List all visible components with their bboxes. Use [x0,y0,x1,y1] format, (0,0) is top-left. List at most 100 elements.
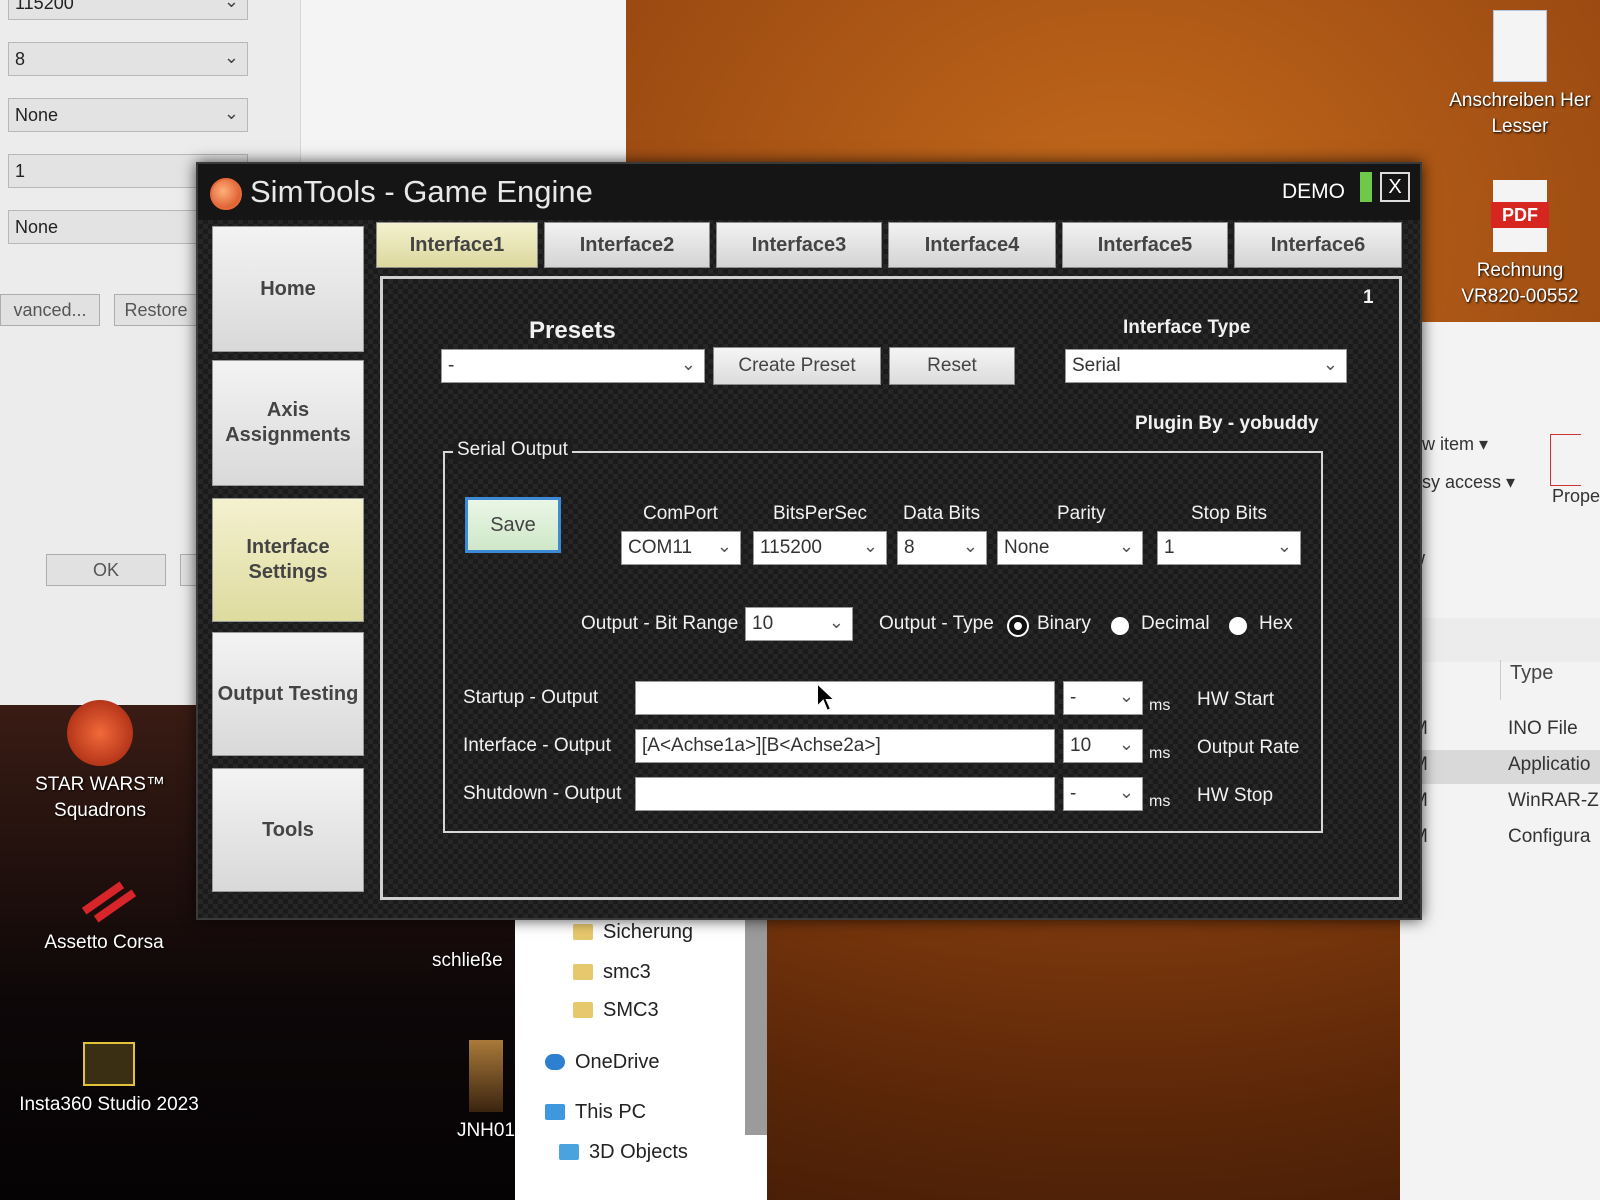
nav-home[interactable]: Home [212,226,364,352]
image-thumbnail-icon [469,1040,503,1112]
easy-access-menu[interactable]: asy access ▾ [1412,472,1515,493]
databits-label: Data Bits [903,503,981,524]
tree-item-label: SMC3 [603,999,659,1021]
nav-output-testing[interactable]: Output Testing [212,632,364,756]
bitspersec-value: 115200 [760,537,822,558]
radio-hex-label: Hex [1259,613,1293,634]
reset-button[interactable]: Reset [889,347,1015,385]
radio-decimal[interactable] [1111,617,1129,635]
presets-dropdown[interactable]: - ⌄ [441,349,705,383]
file-row[interactable]: MINO File [1400,714,1600,748]
window-title: SimTools - Game Engine [250,174,593,209]
desktop-icon-assetto-corsa[interactable]: Assetto Corsa [24,880,184,956]
tab-interface6[interactable]: Interface6 [1234,222,1402,268]
chevron-down-icon: ⌄ [223,47,239,67]
tree-item-label: Sicherung [603,921,694,943]
close-button[interactable]: X [1380,172,1410,202]
tab-interface3[interactable]: Interface3 [716,222,882,268]
tree-item-sicherung[interactable]: Sicherung [573,921,693,944]
comport-dropdown[interactable]: COM11 ⌄ [621,531,741,565]
ok-button[interactable]: OK [46,554,166,586]
computer-icon [545,1104,565,1120]
tree-item-this-pc[interactable]: This PC [545,1101,646,1124]
tab-interface1[interactable]: Interface1 [376,222,538,268]
folder-icon [573,964,593,980]
startup-ms-dropdown[interactable]: - ⌄ [1063,681,1143,715]
column-divider[interactable] [1500,660,1501,700]
chevron-down-icon: ⌄ [223,103,239,123]
desktop-icon-jnh01[interactable]: JNH01 [456,1040,516,1144]
parity-label: Parity [1057,503,1106,524]
tree-item-3d-objects[interactable]: 3D Objects [559,1141,688,1164]
icon-label: Lesser [1491,116,1549,137]
interface-output-field[interactable]: [A<Achse1a>][B<Achse2a>] [635,729,1055,763]
startup-output-label: Startup - Output [463,687,599,708]
cloud-icon [545,1054,565,1070]
shutdown-output-field[interactable] [635,777,1055,811]
tree-item-smc3[interactable]: smc3 [573,961,651,984]
icon-label: Rechnung [1476,260,1564,281]
advanced-button[interactable]: vanced... [0,294,100,326]
shutdown-ms-unit: ms [1149,793,1171,810]
properties-label[interactable]: Prope [1552,486,1600,507]
bg-field-text: 1 [15,161,26,181]
tree-item-label: smc3 [603,961,651,983]
desktop-icon-insta360[interactable]: Insta360 Studio 2023 [14,1042,204,1118]
nav-tools[interactable]: Tools [212,768,364,892]
file-row[interactable]: MConfigura [1400,822,1600,856]
create-preset-button[interactable]: Create Preset [713,347,881,385]
databits-dropdown[interactable]: 8 ⌄ [897,531,987,565]
radio-binary[interactable] [1009,617,1027,635]
properties-icon[interactable] [1550,434,1581,486]
desktop-icon-star-wars[interactable]: STAR WARS™ Squadrons [20,700,180,824]
tree-item-onedrive[interactable]: OneDrive [545,1051,659,1074]
new-item-menu[interactable]: ew item ▾ [1412,434,1488,455]
tab-interface5[interactable]: Interface5 [1062,222,1228,268]
save-button[interactable]: Save [465,497,561,553]
desktop-icon-rechnung[interactable]: PDF Rechnung VR820-00552 [1440,180,1600,310]
radio-binary-label: Binary [1037,613,1091,634]
desktop-icon-anschreiben[interactable]: Anschreiben Her Lesser [1440,10,1600,140]
chevron-down-icon: ⌄ [1118,536,1134,556]
bit-range-dropdown[interactable]: 10 ⌄ [745,607,853,641]
radio-decimal-label: Decimal [1141,613,1210,634]
radio-hex[interactable] [1229,617,1247,635]
startup-output-field[interactable] [635,681,1055,715]
tab-interface4[interactable]: Interface4 [888,222,1056,268]
tree-scrollbar[interactable] [745,905,767,1135]
output-type-label: Output - Type [879,613,994,634]
comport-label: ComPort [643,503,718,524]
file-row-selected[interactable]: MApplicatio [1400,750,1600,784]
stopbits-dropdown[interactable]: 1 ⌄ [1157,531,1301,565]
bitspersec-dropdown[interactable]: 115200 ⌄ [753,531,887,565]
bg-parity-field[interactable]: None ⌄ [8,98,248,132]
nav-axis-assignments[interactable]: Axis Assignments [212,360,364,486]
interface-ms-value: 10 [1070,735,1092,756]
hw-start-label: HW Start [1197,689,1275,710]
shutdown-ms-value: - [1070,783,1077,804]
tree-item-smc3-upper[interactable]: SMC3 [573,999,659,1022]
desktop-icon-schliesse[interactable]: schließe [432,948,512,974]
bg-field-text: 8 [15,49,26,69]
panel-number: 1 [1363,287,1374,308]
bg-baud-field[interactable]: 115200 ⌄ [8,0,248,20]
parity-dropdown[interactable]: None ⌄ [997,531,1143,565]
bg-databits-field[interactable]: 8 ⌄ [8,42,248,76]
tab-interface2[interactable]: Interface2 [544,222,710,268]
type-column-header[interactable]: Type [1510,662,1553,685]
title-bar[interactable]: SimTools - Game Engine DEMO X [198,164,1420,220]
shutdown-ms-dropdown[interactable]: - ⌄ [1063,777,1143,811]
interface-type-value: Serial [1072,355,1121,376]
restore-button[interactable]: Restore [114,294,198,326]
icon-label: Squadrons [54,800,146,821]
icon-label: Insta360 Studio 2023 [19,1094,199,1115]
bit-range-value: 10 [752,613,774,634]
interface-type-dropdown[interactable]: Serial ⌄ [1065,349,1347,383]
interface-ms-dropdown[interactable]: 10 ⌄ [1063,729,1143,763]
file-type: Applicatio [1508,754,1591,775]
shutdown-output-label: Shutdown - Output [463,783,622,804]
nav-interface-settings[interactable]: Interface Settings [212,498,364,622]
file-row[interactable]: MWinRAR-Z [1400,786,1600,820]
hw-stop-label: HW Stop [1197,785,1274,806]
databits-value: 8 [904,537,915,558]
